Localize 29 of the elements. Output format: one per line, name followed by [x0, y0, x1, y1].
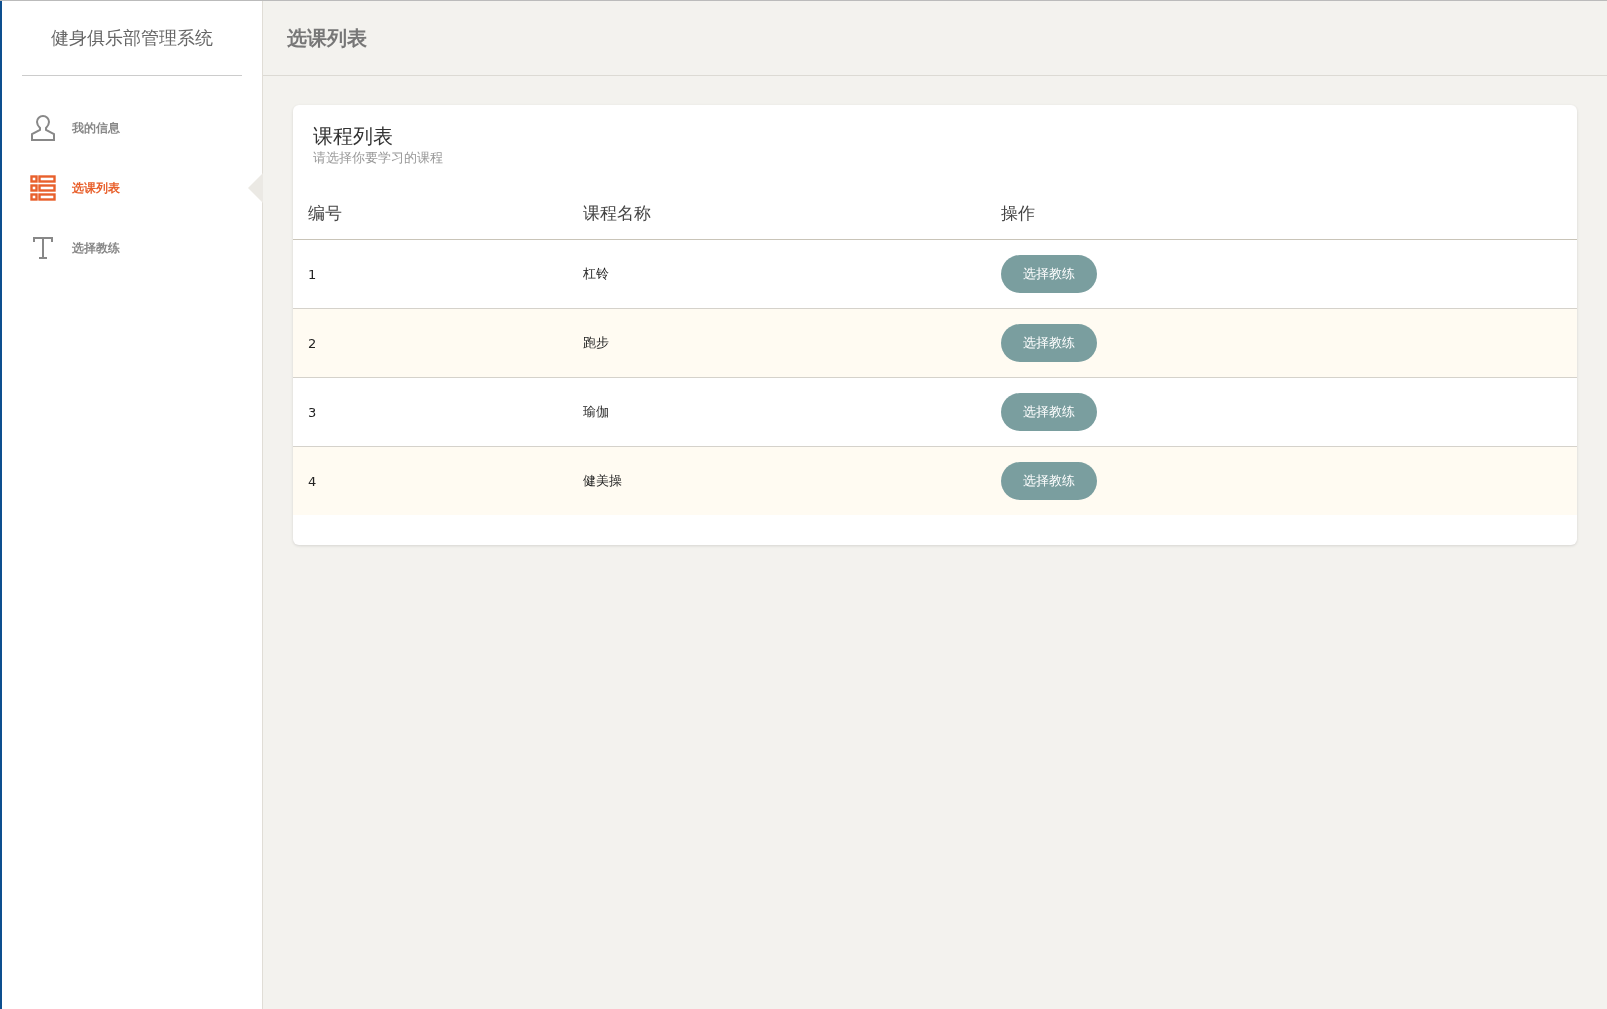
list-icon — [30, 175, 56, 201]
table-cell-text: 1 — [308, 266, 318, 282]
active-pointer — [248, 173, 263, 203]
column-header: 编号 — [308, 201, 343, 225]
card-title: 课程列表 — [312, 123, 394, 149]
text-icon — [30, 235, 56, 261]
table-cell-text: 3 — [308, 404, 318, 420]
table-cell-text: 2 — [308, 335, 318, 351]
table-cell-text: 4 — [308, 473, 318, 489]
column-header: 操作 — [1001, 201, 1036, 225]
card-subtitle: 请选择你要学习的课程 — [312, 149, 444, 167]
sidebar-item[interactable]: 选课列表 — [2, 158, 262, 218]
sidebar-item-label: 选课列表 — [72, 179, 120, 197]
sidebar-item-label: 选择教练 — [72, 239, 120, 257]
sidebar-item[interactable]: 选择教练 — [2, 218, 262, 278]
choose-coach-button[interactable]: 选择教练 — [1001, 324, 1097, 362]
column-header: 课程名称 — [583, 201, 652, 225]
table-cell-text: 跑步 — [583, 334, 610, 352]
person-icon — [30, 114, 56, 142]
choose-coach-button[interactable]: 选择教练 — [1001, 462, 1097, 500]
sidebar-item[interactable]: 我的信息 — [2, 98, 262, 158]
table-cell-text: 瑜伽 — [583, 403, 610, 421]
table-cell-text: 健美操 — [583, 472, 623, 490]
table-cell-text: 杠铃 — [583, 265, 610, 283]
sidebar-item-label: 我的信息 — [72, 119, 120, 137]
page-title: 选课列表 — [263, 1, 1607, 76]
choose-coach-button[interactable]: 选择教练 — [1001, 255, 1097, 293]
app-title: 健身俱乐部管理系统 — [22, 1, 242, 76]
choose-coach-button[interactable]: 选择教练 — [1001, 393, 1097, 431]
